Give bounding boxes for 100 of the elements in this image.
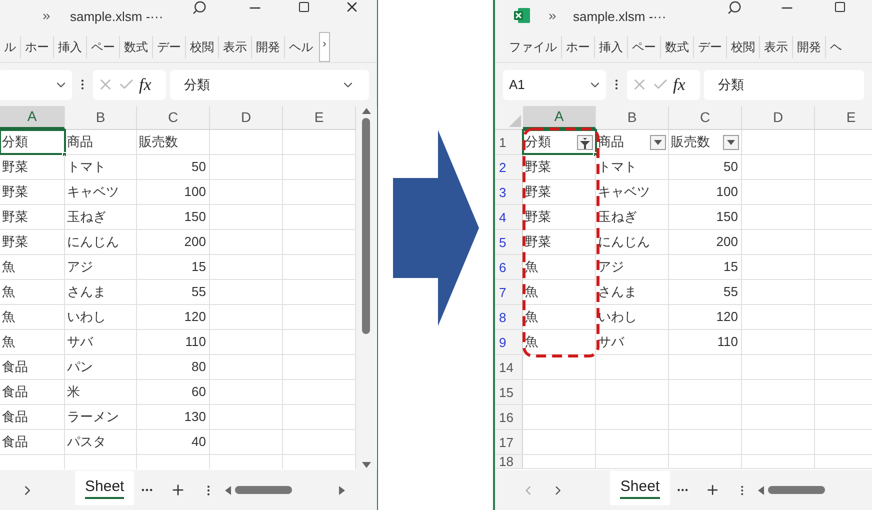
column-header[interactable]: B [65,106,137,129]
quick-access-overflow-icon[interactable] [41,11,52,22]
table-cell-text: 40 [192,433,206,452]
name-box[interactable]: A1 [503,70,606,100]
insert-function-button[interactable]: fx [673,76,686,93]
table-cell-text: 魚 [2,258,15,276]
scroll-down-icon[interactable] [362,462,370,468]
ribbon-tab[interactable]: ホー [20,36,53,58]
ribbon-tab[interactable]: ファイル [505,36,561,58]
selected-cell[interactable]: 分類 [523,130,596,154]
table-cell-text: 魚 [2,283,15,302]
table-cell-text: 80 [192,358,206,376]
maximize-icon[interactable] [298,1,310,13]
scroll-thumb[interactable] [362,118,370,334]
column-header[interactable]: B [596,106,669,129]
table-cell-text: 55 [192,283,206,302]
table-cell-text: 野菜 [2,233,28,252]
table-cell-text: 魚 [525,283,538,302]
table-cell-text: 60 [192,383,206,402]
table-cell-text: にんじん [67,233,119,252]
ribbon-tab[interactable]: 挿入 [594,36,627,58]
ribbon-tab[interactable]: ホー [561,36,594,58]
table-cell-text: 商品 [598,133,624,152]
ribbon-tab[interactable]: ペー [627,36,660,58]
table-cell-text: パスタ [67,433,106,452]
table-cell-text: 食品 [2,383,28,402]
filter-icon [580,138,590,149]
table-cell-text: 野菜 [2,158,28,176]
table-cell-text: ラーメン [67,408,119,426]
ribbon-tab[interactable]: 挿入 [53,36,86,58]
filter-dropdown-button[interactable] [650,135,666,150]
column-header[interactable]: E [815,106,872,129]
ribbon-tab[interactable]: デー [693,36,726,58]
sheet-tab[interactable]: Sheet [610,471,670,505]
table-cell-text: キャベツ [67,183,119,202]
ribbon-tab[interactable]: ヘル [284,36,317,58]
table-cell-text: 50 [192,158,206,176]
table-cell-text: いわし [67,308,106,326]
table-cell-text: 野菜 [2,208,28,226]
scroll-up-icon[interactable] [362,108,370,114]
filter-active-button[interactable] [577,135,593,150]
insert-function-button[interactable]: fx [139,76,152,93]
scroll-thumb[interactable] [768,486,826,494]
table-cell-text: トマト [67,158,106,176]
excel-logo-icon [514,8,530,23]
ribbon-tab[interactable]: ヘ [825,36,846,58]
quick-access-overflow-icon[interactable] [547,11,558,22]
ribbon-tab[interactable]: 開発 [792,36,825,58]
column-header[interactable]: A [523,106,596,129]
table-cell-text: 120 [716,308,738,326]
table-cell-text: 50 [724,158,738,176]
table-cell-text: 150 [184,208,206,226]
filter-dropdown-button[interactable] [723,135,739,150]
scroll-left-icon[interactable] [758,486,764,494]
table-cell-text: 野菜 [525,233,551,252]
search-icon[interactable] [192,0,207,15]
table-cell-text: 分類 [2,133,28,152]
ribbon-tab[interactable]: ル [0,36,20,58]
ribbon-overflow-button[interactable]: › [319,32,330,62]
ribbon-tab[interactable]: 数式 [660,36,693,58]
table-cell-text: 食品 [2,433,28,452]
scroll-left-icon[interactable] [225,486,232,494]
table-cell-text: アジ [598,258,624,276]
table-cell-text: サバ [598,333,624,352]
table-cell-text: 魚 [2,333,15,352]
table-cell-text: さんま [598,283,637,302]
maximize-icon[interactable] [834,1,846,13]
table-cell-text: 食品 [2,358,28,376]
selected-cell[interactable]: 分類 [0,130,65,154]
column-header[interactable]: C [137,106,210,129]
add-sheet-icon[interactable] [704,482,720,498]
search-icon[interactable] [727,0,742,15]
ribbon-tab[interactable]: ペー [86,36,119,58]
ribbon-tab[interactable]: 開発 [251,36,284,58]
column-header[interactable]: D [210,106,283,129]
window-title: sample.xlsm -··· [573,8,666,26]
ribbon-tab[interactable]: 校閲 [726,36,759,58]
table-cell-text: 100 [716,183,738,202]
formula-field[interactable]: 分類 [704,70,864,100]
column-header[interactable]: D [742,106,815,129]
table-cell-text: 100 [184,183,206,202]
dropdown-triangle-icon [654,140,662,145]
table-cell-text: 55 [724,283,738,302]
table-cell-text: 110 [185,333,206,352]
horizontal-scrollbar[interactable] [225,483,346,497]
table-cell-text: サバ [67,333,93,352]
ribbon-tab[interactable]: 校閲 [185,36,218,58]
ribbon-tab[interactable]: デー [152,36,185,58]
column-header[interactable]: A [0,106,65,129]
table-cell-text: 120 [184,308,206,326]
ribbon-tab[interactable]: 表示 [759,36,792,58]
column-header[interactable]: C [669,106,742,129]
sheet-tab[interactable]: Sheet [75,471,134,505]
table-cell-text: 野菜 [2,183,28,202]
ribbon-tab[interactable]: 数式 [119,36,152,58]
scroll-right-icon[interactable] [339,486,346,494]
scroll-thumb[interactable] [235,486,292,494]
table-cell-text: 150 [716,208,738,226]
ribbon-tab[interactable]: 表示 [218,36,251,58]
formula-field[interactable]: 分類 [170,70,369,100]
